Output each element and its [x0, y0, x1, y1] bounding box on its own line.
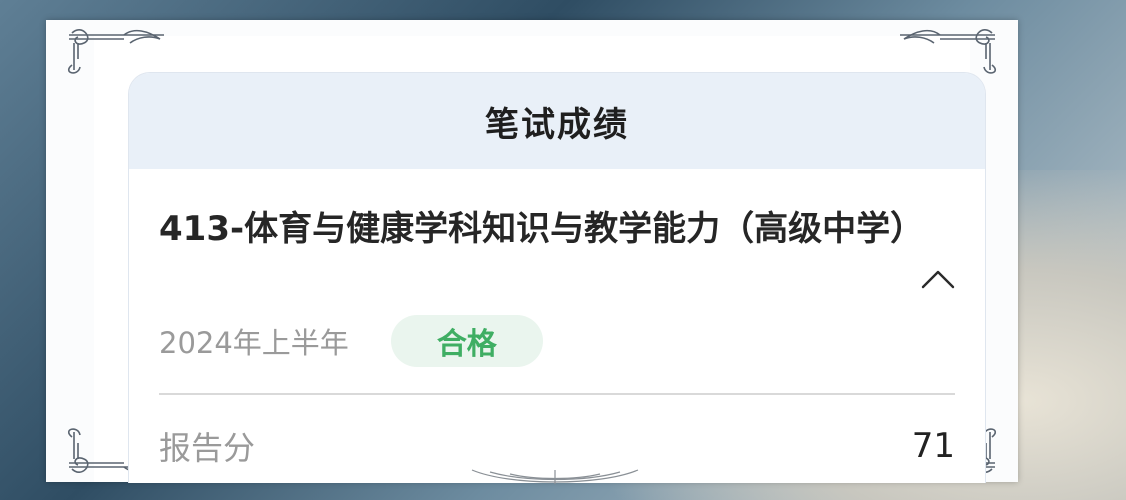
- score-value: 71: [911, 426, 955, 466]
- chevron-up-icon[interactable]: [921, 269, 955, 289]
- status-badge: 合格: [390, 315, 543, 367]
- corner-ornament-icon: [900, 28, 997, 74]
- meta-row: 2024年上半年 合格: [159, 315, 543, 367]
- subject-block: 413-体育与健康学科知识与教学能力（高级中学）: [159, 203, 925, 255]
- score-label: 报告分: [159, 429, 256, 467]
- divider: [159, 393, 955, 395]
- card-header: 笔试成绩: [129, 73, 985, 169]
- score-row: 报告分 71: [159, 423, 955, 469]
- card-title: 笔试成绩: [485, 104, 629, 145]
- corner-ornament-icon: [67, 28, 164, 74]
- bottom-ornament-icon: [471, 469, 639, 484]
- subject-name: 413-体育与健康学科知识与教学能力（高级中学）: [159, 209, 925, 249]
- exam-score-card: 笔试成绩 413-体育与健康学科知识与教学能力（高级中学） 2024年上半年 合…: [128, 72, 986, 483]
- exam-period: 2024年上半年: [159, 326, 349, 360]
